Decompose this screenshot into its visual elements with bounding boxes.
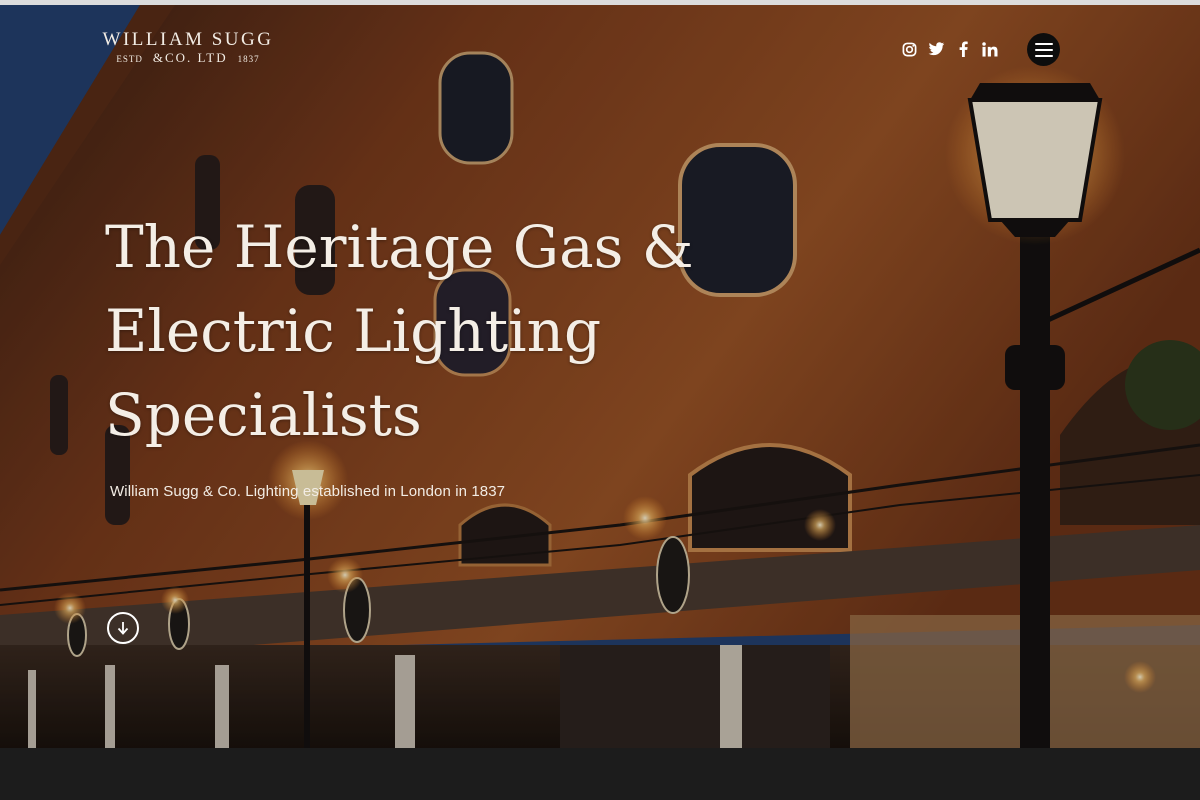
hero-headline-line2: Electric Lighting [105, 297, 602, 365]
facebook-icon[interactable] [954, 40, 972, 58]
twitter-icon[interactable] [927, 40, 945, 58]
hero-headline-line3: Specialists [105, 381, 422, 449]
logo-subline: ESTD &CO. LTD 1837 [93, 51, 283, 66]
instagram-icon[interactable] [900, 40, 918, 58]
footer-bar [0, 748, 1200, 800]
logo-name: WILLIAM SUGG [102, 29, 274, 50]
site-logo[interactable]: WILLIAM SUGG ESTD &CO. LTD 1837 [93, 29, 283, 66]
hero-headline: The Heritage Gas & Electric Lighting Spe… [105, 205, 725, 457]
logo-estd: ESTD [116, 54, 143, 64]
logo-year: 1837 [237, 54, 260, 64]
social-links [900, 40, 999, 58]
hero-subtitle: William Sugg & Co. Lighting established … [110, 483, 506, 500]
linkedin-icon[interactable] [981, 40, 999, 58]
arrow-down-icon[interactable] [107, 612, 139, 644]
logo-company: &CO. LTD [152, 50, 228, 65]
hero-headline-line1: The Heritage Gas & [105, 213, 694, 281]
hamburger-menu-icon[interactable] [1027, 33, 1060, 66]
